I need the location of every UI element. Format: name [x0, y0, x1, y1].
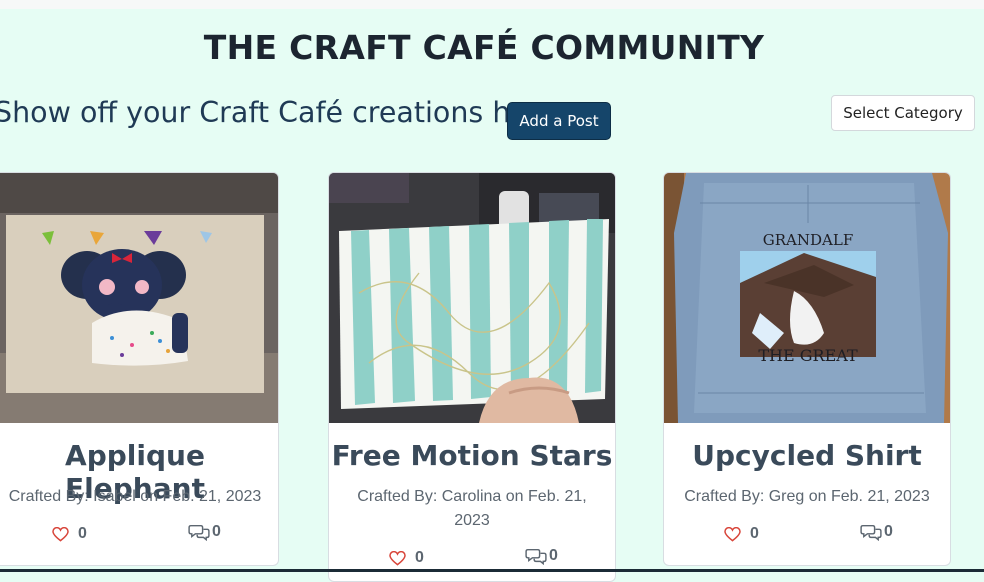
intro-text: Show off your Craft Café creations here.…: [0, 96, 584, 129]
speech-bubbles-icon: [860, 524, 882, 541]
like-button[interactable]: 0: [52, 525, 87, 543]
post-stats: 0 0: [0, 523, 278, 551]
post-byline: Crafted By: Isabel on Feb. 21, 2023: [8, 488, 262, 505]
post-image-upcycled-shirt[interactable]: GRANDALF THE GREAT: [664, 173, 950, 423]
post-byline: Crafted By: Greg on Feb. 21, 2023: [684, 488, 930, 505]
comment-count: 0: [212, 523, 221, 540]
speech-bubbles-icon: [188, 524, 210, 541]
post-byline: Crafted By: Carolina on Feb. 21, 2023: [357, 488, 587, 529]
like-count: 0: [415, 549, 424, 566]
comment-button[interactable]: 0: [525, 547, 558, 565]
post-stats: 0 0: [664, 523, 950, 551]
post-image-free-motion-stars[interactable]: [329, 173, 615, 423]
like-count: 0: [78, 525, 87, 542]
comment-count: 0: [549, 547, 558, 564]
post-card[interactable]: Free Motion Stars Crafted By: Carolina o…: [328, 172, 616, 582]
add-post-button[interactable]: Add a Post: [507, 102, 611, 140]
comment-count: 0: [884, 523, 893, 540]
top-bar: [0, 0, 984, 9]
comment-button[interactable]: 0: [188, 523, 221, 541]
heart-outline-icon: [52, 526, 69, 542]
heart-outline-icon: [389, 550, 406, 566]
select-category-button[interactable]: Select Category: [831, 95, 975, 131]
page-title: THE CRAFT CAFÉ COMMUNITY: [203, 28, 765, 67]
post-card[interactable]: GRANDALF THE GREAT Upcycled Shirt Crafte…: [663, 172, 951, 566]
post-title[interactable]: Upcycled Shirt: [664, 439, 950, 472]
heart-outline-icon: [724, 526, 741, 542]
like-count: 0: [750, 525, 759, 542]
shirt-text-top: GRANDALF: [763, 231, 853, 249]
speech-bubbles-icon: [525, 548, 547, 565]
shirt-text-bottom: THE GREAT: [758, 346, 858, 365]
like-button[interactable]: 0: [389, 549, 424, 567]
post-image-applique-elephant[interactable]: [0, 173, 278, 423]
post-title[interactable]: Free Motion Stars: [329, 439, 615, 472]
comment-button[interactable]: 0: [860, 523, 893, 541]
like-button[interactable]: 0: [724, 525, 759, 543]
post-card[interactable]: Applique Elephant Crafted By: Isabel on …: [0, 172, 279, 566]
